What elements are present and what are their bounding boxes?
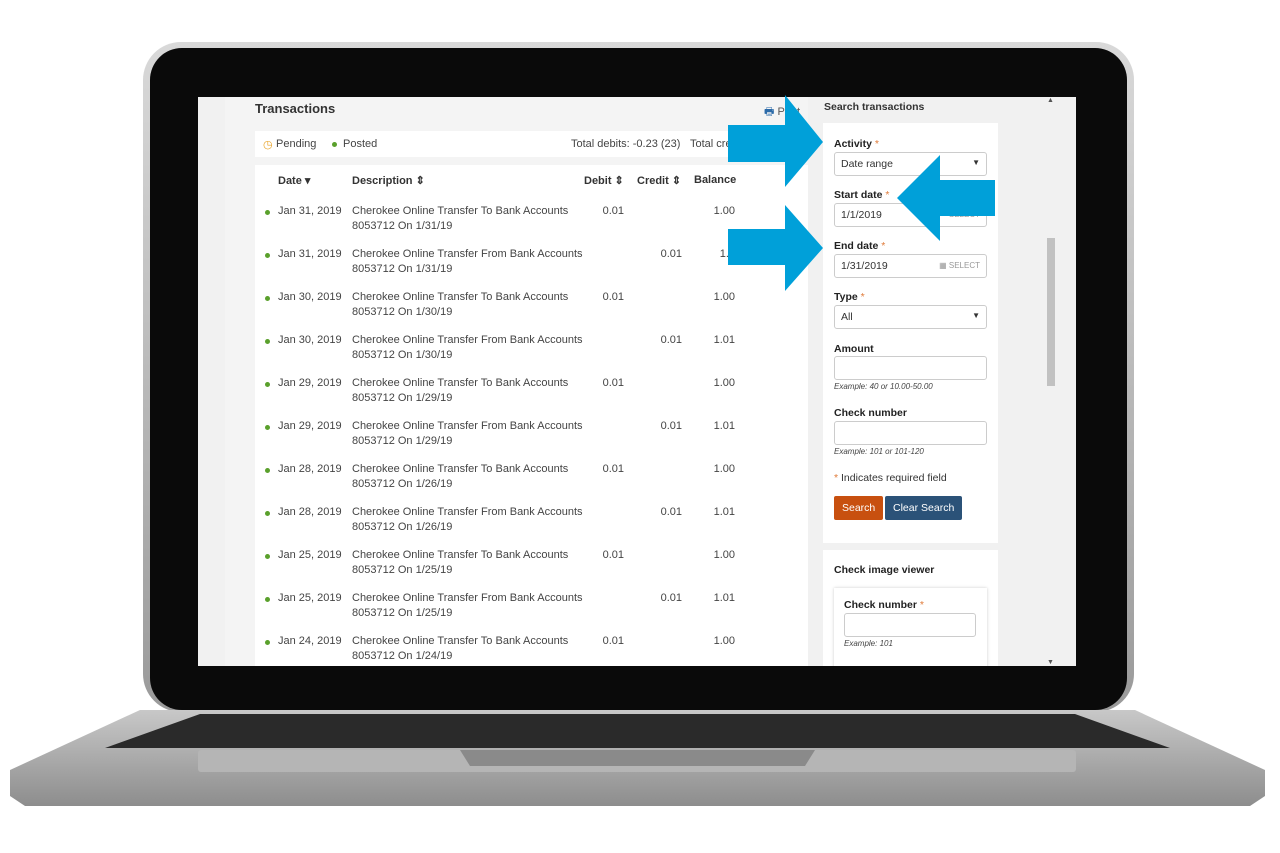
arrow-left-icon <box>897 155 995 241</box>
arrow-right-icon <box>728 205 823 291</box>
arrow-right-icon <box>728 95 823 187</box>
callout-arrows <box>728 95 995 291</box>
